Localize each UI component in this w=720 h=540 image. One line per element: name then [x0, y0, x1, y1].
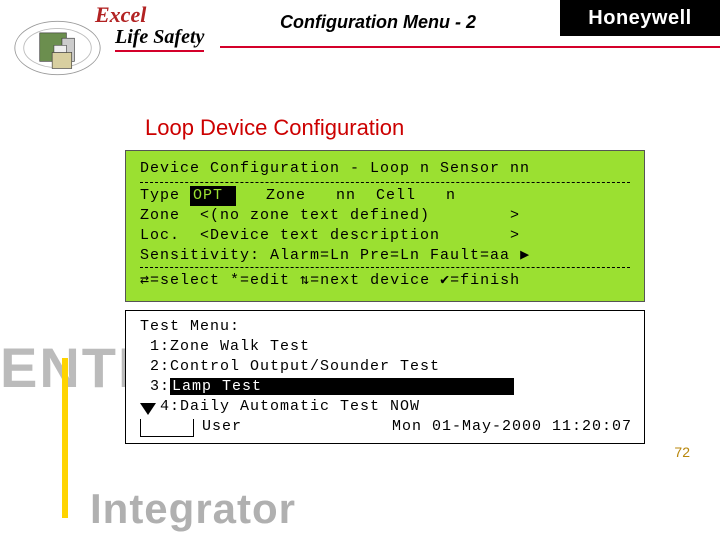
section-title: Loop Device Configuration: [145, 115, 404, 141]
lcd-line-1: Device Configuration - Loop n Sensor nn: [140, 159, 630, 179]
test-footer-datetime: Mon 01-May-2000 11:20:07: [392, 417, 632, 437]
lcd-line-6-c: =finish: [450, 271, 520, 291]
lcd-line-2-prefix: Type: [140, 186, 190, 206]
test-menu-item-1: 1:Zone Walk Test: [140, 337, 632, 357]
arrow-right-icon: ▶: [520, 246, 530, 266]
lcd-line-6: ⇄=select *=edit ⇅=next device ✔=finish: [140, 271, 630, 291]
bracket-icon: [140, 419, 194, 437]
lcd-divider: [140, 267, 630, 268]
test-footer-user: User: [202, 417, 242, 437]
test-menu-title: Test Menu:: [140, 317, 632, 337]
lcd-line-5: Sensitivity: Alarm=Ln Pre=Ln Fault=aa ▶: [140, 246, 630, 266]
lcd-line-4: Loc. <Device text description >: [140, 226, 630, 246]
page-title: Configuration Menu - 2: [280, 12, 476, 33]
page-number: 72: [674, 444, 690, 460]
brand-sub: Life Safety: [115, 26, 204, 52]
lcd-line-6-b: =next device: [310, 271, 440, 291]
test-menu-footer: User Mon 01-May-2000 11:20:07: [140, 417, 632, 437]
test-item3-prefix: 3:: [140, 378, 170, 395]
test-menu-display: Test Menu: 1:Zone Walk Test 2:Control Ou…: [125, 310, 645, 444]
brand-top: Excel: [95, 2, 204, 28]
bg-watermark-integrator: Integrator: [90, 485, 296, 533]
lcd-line-2: Type OPT Zone nn Cell n: [140, 186, 630, 206]
lcd-line-3: Zone <(no zone text defined) >: [140, 206, 630, 226]
lcd-divider: [140, 182, 630, 183]
bg-accent-line: [62, 358, 68, 518]
lcd-type-selected: OPT: [190, 186, 236, 206]
lcd-display: Device Configuration - Loop n Sensor nn …: [125, 150, 645, 302]
test-menu-item-4-row: 4:Daily Automatic Test NOW: [140, 397, 632, 417]
lcd-line-5-text: Sensitivity: Alarm=Ln Pre=Ln Fault=aa: [140, 246, 520, 266]
header-divider: [220, 46, 720, 48]
lcd-line-2-suffix: Zone nn Cell n: [236, 186, 456, 206]
test-menu-item-3: 3:Lamp Test: [140, 377, 632, 397]
up-down-arrows-icon: ⇅: [300, 271, 310, 291]
down-arrow-icon: [140, 403, 156, 415]
brand-block: Excel Life Safety: [95, 2, 204, 52]
test-menu-item-2: 2:Control Output/Sounder Test: [140, 357, 632, 377]
left-right-arrows-icon: ⇄: [140, 271, 150, 291]
test-item3-selected: Lamp Test: [170, 378, 514, 395]
product-illustration: [10, 8, 105, 88]
vendor-badge: Honeywell: [560, 0, 720, 36]
lcd-line-6-a: =select *=edit: [150, 271, 300, 291]
test-menu-item-4: 4:Daily Automatic Test NOW: [160, 397, 420, 417]
check-icon: ✔: [440, 271, 450, 291]
header: Excel Life Safety Configuration Menu - 2…: [0, 0, 720, 50]
